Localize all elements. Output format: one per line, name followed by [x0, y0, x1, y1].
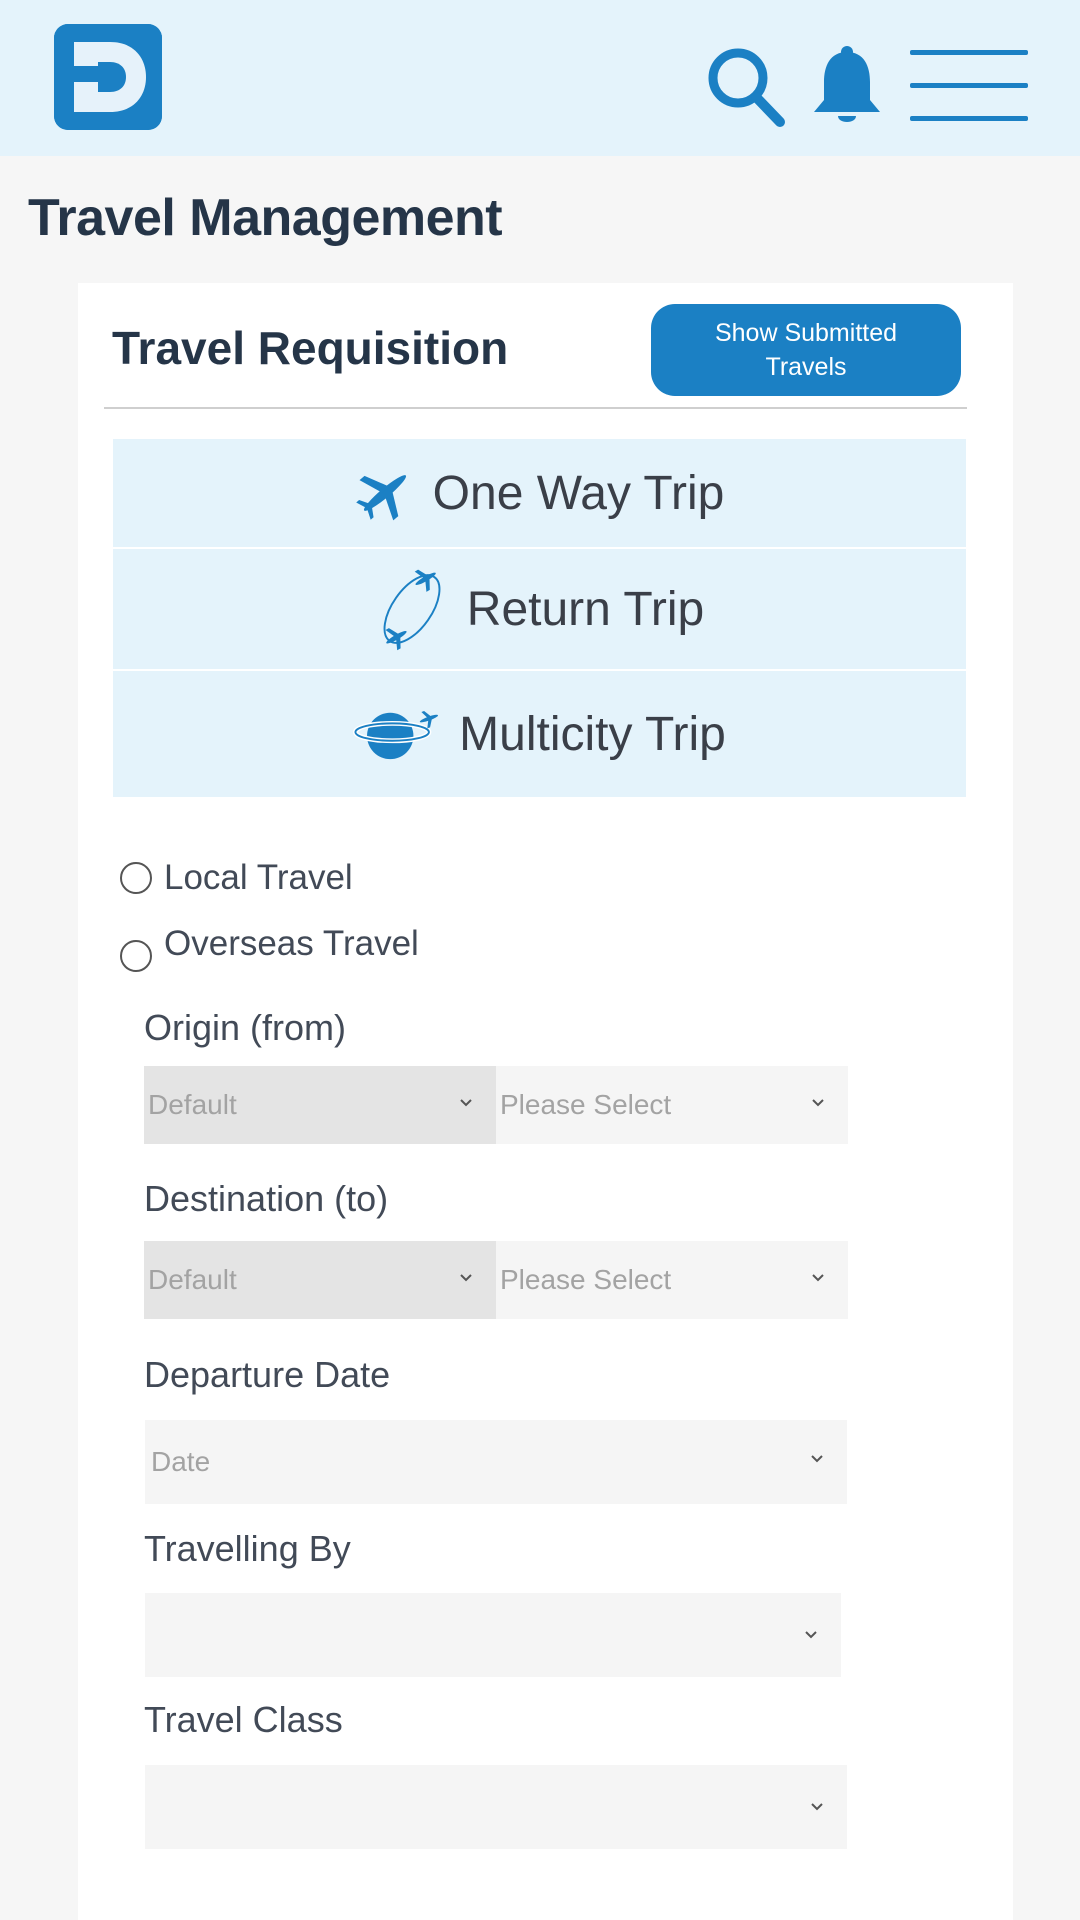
destination-label: Destination (to)	[144, 1178, 389, 1219]
bell-icon[interactable]	[810, 44, 884, 128]
travel-class-select[interactable]	[145, 1765, 847, 1849]
radio-button[interactable]	[120, 862, 152, 894]
select-value: Default	[148, 1089, 237, 1120]
chevron-down-icon	[460, 1099, 472, 1107]
date-placeholder: Date	[151, 1446, 211, 1477]
select-placeholder: Please Select	[500, 1264, 672, 1295]
chevron-down-icon	[812, 1099, 824, 1107]
divider	[104, 407, 967, 409]
trip-option-multicity[interactable]: Multicity Trip	[113, 671, 966, 797]
trip-option-return[interactable]: Return Trip	[113, 549, 966, 671]
radio-label: Local Travel	[164, 858, 353, 897]
radio-label: Overseas Travel	[164, 924, 419, 963]
menu-icon[interactable]	[908, 48, 1030, 124]
trip-option-label: Return Trip	[466, 582, 705, 636]
chevron-down-icon	[811, 1455, 823, 1463]
plane-icon	[355, 463, 415, 523]
origin-country-select[interactable]: Default	[144, 1066, 496, 1144]
show-submitted-travels-button[interactable]: Show Submitted Travels	[651, 304, 961, 396]
travelling-by-select[interactable]	[145, 1593, 841, 1677]
select-value: Default	[148, 1264, 237, 1295]
trip-option-label: One Way Trip	[432, 466, 725, 520]
return-flight-icon	[375, 565, 449, 653]
chevron-down-icon	[460, 1274, 472, 1282]
card-title: Travel Requisition	[112, 322, 509, 374]
chevron-down-icon	[812, 1274, 824, 1282]
logo-icon	[54, 24, 162, 130]
travel-requisition-card: Travel Requisition Show Submitted Travel…	[78, 283, 1013, 1920]
departure-date-input[interactable]: Date	[145, 1420, 847, 1504]
destination-city-select[interactable]: Please Select	[496, 1241, 848, 1319]
app-logo[interactable]	[54, 24, 162, 130]
search-icon[interactable]	[702, 44, 788, 130]
trip-option-label: Multicity Trip	[459, 707, 726, 761]
origin-label: Origin (from)	[144, 1007, 347, 1048]
radio-overseas-travel[interactable]: Overseas Travel	[120, 924, 419, 972]
trip-type-list: One Way Trip Return Trip Multicity Trip	[113, 439, 966, 797]
select-placeholder: Please Select	[500, 1089, 672, 1120]
trip-option-one-way[interactable]: One Way Trip	[113, 439, 966, 549]
travelling-by-label: Travelling By	[144, 1528, 351, 1569]
chevron-down-icon	[811, 1803, 823, 1811]
radio-local-travel[interactable]: Local Travel	[120, 858, 353, 898]
globe-plane-icon	[353, 705, 441, 763]
departure-date-label: Departure Date	[144, 1354, 391, 1395]
chevron-down-icon	[805, 1631, 817, 1639]
top-navigation-bar	[0, 0, 1080, 156]
radio-button[interactable]	[120, 940, 152, 972]
destination-country-select[interactable]: Default	[144, 1241, 496, 1319]
page-title: Travel Management	[28, 189, 503, 247]
travel-class-label: Travel Class	[144, 1699, 343, 1740]
origin-city-select[interactable]: Please Select	[496, 1066, 848, 1144]
